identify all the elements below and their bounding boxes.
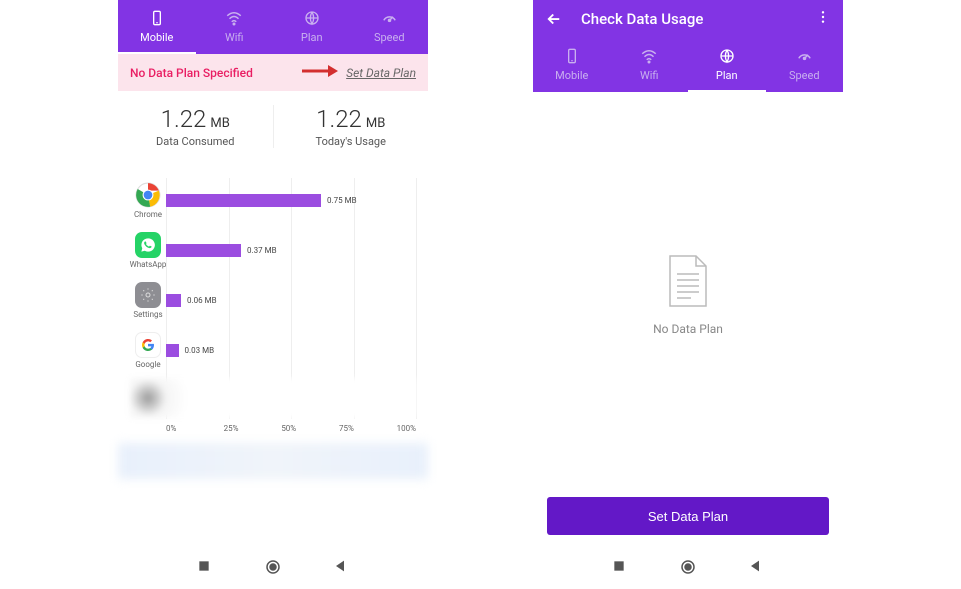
list-item[interactable]: Chrome 0.75 MB [130,178,416,222]
phone-icon [563,47,581,65]
usage-stats: 1.22MB Data Consumed 1.22MB Today's Usag… [118,91,428,162]
usage-bar [166,194,321,207]
recents-button[interactable] [196,558,214,576]
tab-speed[interactable]: Speed [351,0,429,54]
back-arrow-icon[interactable] [545,10,563,28]
chart-axis: 0% 25% 50% 75% 100% [166,424,416,433]
back-button[interactable] [747,558,765,576]
list-item[interactable]: Google 0.03 MB [130,328,416,372]
settings-icon [135,282,161,308]
page-title: Check Data Usage [581,10,703,28]
document-icon [666,254,710,308]
tab-label: Speed [374,31,405,44]
back-button[interactable] [332,558,350,576]
set-data-plan-button[interactable]: Set Data Plan [547,497,829,535]
tab-mobile[interactable]: Mobile [118,0,196,54]
phone-screen-mobile-tab: Mobile Wifi Plan Speed No Data Plan Spec… [118,0,428,589]
notice-text: No Data Plan Specified [130,66,253,80]
no-plan-notice: No Data Plan Specified Set Data Plan [118,54,428,91]
usage-bar [166,244,241,257]
wifi-icon [640,47,658,65]
arrow-annotation-icon [302,64,338,81]
blurred-content [118,443,428,479]
globe-icon [718,47,736,65]
tab-wifi[interactable]: Wifi [611,38,689,92]
whatsapp-icon [135,232,161,258]
set-data-plan-link[interactable]: Set Data Plan [346,66,416,80]
tab-label: Wifi [225,31,244,44]
blurred-content [130,378,416,418]
app-header: Check Data Usage [533,0,843,38]
stat-consumed: 1.22MB Data Consumed [118,105,274,148]
phone-screen-plan-tab: Check Data Usage Mobile Wifi Plan [533,0,843,589]
google-icon [135,332,161,358]
recents-button[interactable] [611,558,629,576]
gauge-icon [795,47,813,65]
chrome-icon [135,182,161,208]
home-button[interactable] [679,558,697,576]
globe-icon [303,9,321,27]
phone-icon [148,9,166,27]
empty-state-text: No Data Plan [653,322,723,336]
usage-bar [166,344,179,357]
tab-label: Speed [789,69,820,82]
more-menu-icon[interactable] [815,9,831,30]
tab-plan[interactable]: Plan [273,0,351,54]
gauge-icon [380,9,398,27]
tab-speed[interactable]: Speed [766,38,844,92]
tab-mobile[interactable]: Mobile [533,38,611,92]
tab-label: Wifi [640,69,659,82]
empty-state: No Data Plan [533,92,843,497]
home-button[interactable] [264,558,282,576]
stat-today: 1.22MB Today's Usage [274,105,429,148]
app-usage-chart: Chrome 0.75 MB WhatsApp 0.37 MB [118,168,428,437]
top-tabs: Mobile Wifi Plan Speed [118,0,428,54]
android-navbar [533,545,843,589]
tab-label: Mobile [555,69,588,82]
tab-label: Mobile [140,31,173,44]
wifi-icon [225,9,243,27]
tab-plan[interactable]: Plan [688,38,766,92]
list-item[interactable]: WhatsApp 0.37 MB [130,228,416,272]
tab-label: Plan [716,69,738,82]
tab-label: Plan [301,31,323,44]
android-navbar [118,545,428,589]
usage-bar [166,294,181,307]
top-tabs: Mobile Wifi Plan Speed [533,38,843,92]
list-item[interactable]: Settings 0.06 MB [130,278,416,322]
tab-wifi[interactable]: Wifi [196,0,274,54]
